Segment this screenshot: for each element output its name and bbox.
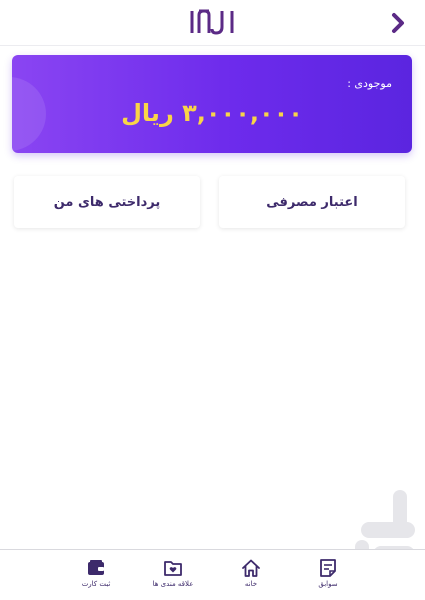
bottom-navigation: سوابق خانه علاقه مندی ها ثبت کارت [0,549,425,600]
nav-item-home[interactable]: خانه [216,558,286,598]
nav-label-records: سوابق [318,580,338,588]
home-icon [242,559,260,577]
app-screen: موجودی : ۳,۰۰۰,۰۰۰ ریال اعتبار مصرفی پرد… [0,0,425,600]
favorites-folder-icon [164,561,182,576]
chevron-right-icon[interactable] [386,11,410,35]
records-icon [320,559,336,577]
my-payments-label: پرداختی های من [53,194,161,210]
balance-label: موجودی : [347,77,392,90]
wallet-icon [88,560,104,575]
nav-label-favorites: علاقه مندی ها [152,580,194,588]
credit-usage-label: اعتبار مصرفی [266,194,358,210]
app-header [0,0,425,46]
nav-item-favorites[interactable]: علاقه مندی ها [138,558,208,598]
nav-label-register-card: ثبت کارت [81,580,111,588]
balance-card: موجودی : ۳,۰۰۰,۰۰۰ ریال [12,55,412,153]
nav-item-register-card[interactable]: ثبت کارت [61,558,131,598]
app-logo [190,9,234,35]
my-payments-button[interactable]: پرداختی های من [14,176,200,228]
credit-usage-button[interactable]: اعتبار مصرفی [219,176,405,228]
nav-label-home: خانه [244,580,258,588]
nav-item-records[interactable]: سوابق [293,558,363,598]
balance-amount: ۳,۰۰۰,۰۰۰ ریال [121,99,303,127]
